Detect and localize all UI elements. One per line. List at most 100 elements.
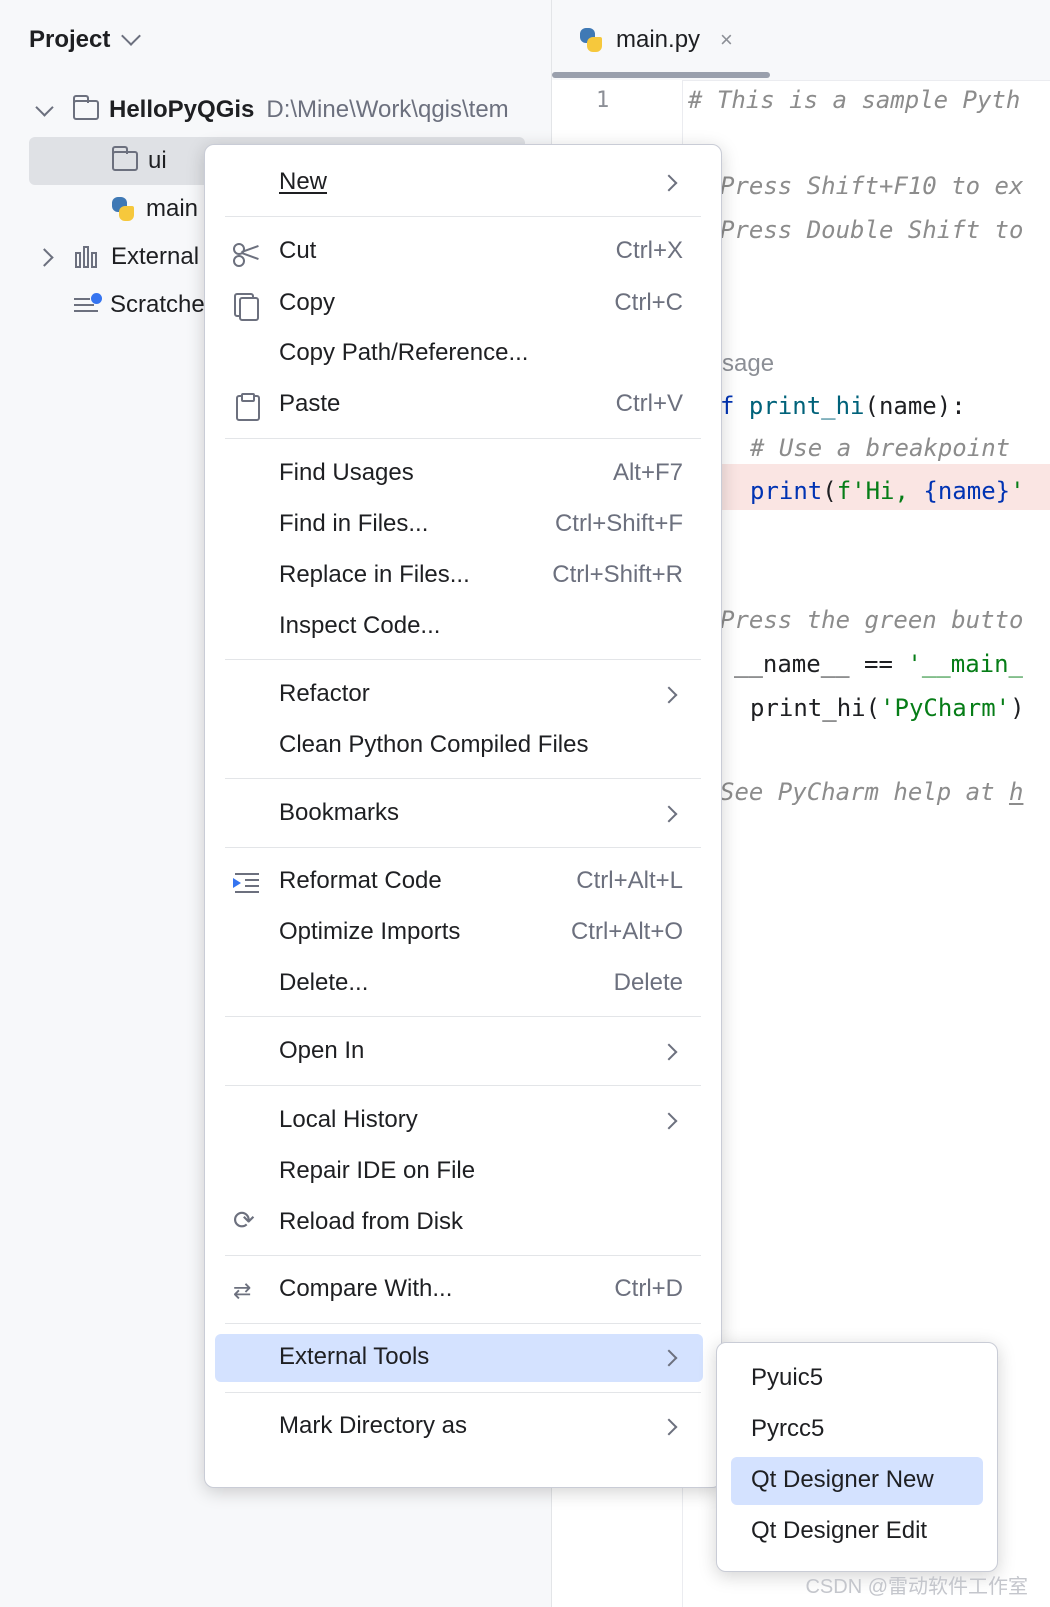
menu-item-mark-directory[interactable]: Mark Directory as: [215, 1403, 703, 1451]
menu-item-shortcut: Ctrl+C: [614, 289, 683, 316]
code-line: See PyCharm help at h: [720, 778, 1024, 806]
chevron-down-icon[interactable]: [35, 97, 54, 117]
menu-separator: [225, 1323, 701, 1324]
menu-item-copy[interactable]: Copy Ctrl+C: [215, 280, 703, 328]
tree-node-external-libraries[interactable]: External: [35, 234, 199, 280]
menu-item-new[interactable]: New: [215, 159, 703, 207]
menu-item-find-in-files[interactable]: Find in Files... Ctrl+Shift+F: [215, 501, 703, 549]
usages-hint: sage: [722, 350, 775, 377]
menu-item-label: Delete...: [279, 969, 369, 996]
menu-item-shortcut: Ctrl+Shift+R: [552, 561, 683, 588]
menu-item-label: Copy Path/Reference...: [279, 339, 529, 366]
menu-item-cut[interactable]: Cut Ctrl+X: [215, 228, 703, 276]
menu-item-replace-in-files[interactable]: Replace in Files... Ctrl+Shift+R: [215, 552, 703, 600]
line-number: 1: [596, 88, 610, 113]
menu-separator: [225, 1392, 701, 1393]
menu-item-compare-with[interactable]: ⇄ Compare With... Ctrl+D: [215, 1266, 703, 1314]
tab-main-py[interactable]: main.py ×: [578, 20, 733, 60]
menu-item-reload-from-disk[interactable]: ⟳ Reload from Disk: [215, 1199, 703, 1247]
watermark-text: CSDN @雷动软件工作室: [805, 1576, 1028, 1598]
menu-separator: [225, 1016, 701, 1017]
submenu-item-pyuic5[interactable]: Pyuic5: [731, 1355, 983, 1403]
chevron-down-icon: [121, 26, 142, 46]
chevron-right-icon: [660, 1349, 678, 1367]
folder-icon: [112, 146, 138, 171]
menu-item-bookmarks[interactable]: Bookmarks: [215, 790, 703, 838]
tree-node-root[interactable]: HelloPyQGis D:\Mine\Work\qgis\tem: [35, 87, 509, 133]
menu-item-repair-ide[interactable]: Repair IDE on File: [215, 1148, 703, 1196]
menu-item-label: External Tools: [279, 1343, 430, 1370]
menu-item-label: Bookmarks: [279, 799, 400, 826]
menu-separator: [225, 659, 701, 660]
menu-item-reformat-code[interactable]: Reformat Code Ctrl+Alt+L: [215, 858, 703, 906]
copy-icon: [233, 292, 259, 321]
active-tab-indicator: [552, 72, 770, 78]
external-tools-submenu: Pyuic5 Pyrcc5 Qt Designer New Qt Designe…: [716, 1342, 998, 1572]
menu-item-label: Cut: [279, 237, 317, 264]
menu-item-label: Find in Files...: [279, 510, 429, 537]
chevron-right-icon: [660, 686, 678, 704]
tree-node-main-file[interactable]: main: [110, 186, 198, 232]
menu-item-local-history[interactable]: Local History: [215, 1097, 703, 1145]
menu-item-label: Replace in Files...: [279, 561, 470, 588]
python-file-icon: [110, 196, 136, 222]
close-icon[interactable]: ×: [720, 27, 733, 53]
menu-item-label: Inspect Code...: [279, 612, 441, 639]
menu-item-inspect-code[interactable]: Inspect Code...: [215, 603, 703, 651]
menu-item-label: Local History: [279, 1106, 418, 1133]
scratches-icon: [74, 293, 102, 317]
menu-item-shortcut: Ctrl+Shift+F: [554, 510, 683, 537]
code-line: Press Double Shift to: [720, 216, 1024, 244]
paste-icon: [233, 393, 260, 421]
reload-icon: ⟳: [233, 1205, 255, 1235]
code-line: __name__ == '__main_: [734, 650, 1023, 678]
menu-item-shortcut: Ctrl+V: [615, 390, 683, 417]
menu-item-shortcut: Ctrl+Alt+O: [570, 918, 683, 945]
menu-item-refactor[interactable]: Refactor: [215, 671, 703, 719]
code-line: print_hi('PyCharm'): [750, 694, 1025, 722]
code-line: f print_hi(name):: [720, 392, 966, 420]
python-file-icon: [578, 27, 604, 53]
project-title: Project: [29, 26, 111, 53]
menu-item-label: New: [279, 168, 328, 195]
menu-item-optimize-imports[interactable]: Optimize Imports Ctrl+Alt+O: [215, 909, 703, 957]
context-menu: New Cut Ctrl+X Copy Ctrl+C Copy Path/Ref…: [204, 144, 722, 1488]
menu-item-label: Compare With...: [279, 1275, 453, 1302]
menu-item-find-usages[interactable]: Find Usages Alt+F7: [215, 450, 703, 498]
root-project-path: D:\Mine\Work\qgis\tem: [266, 96, 509, 123]
menu-item-label: Repair IDE on File: [279, 1157, 476, 1184]
code-line: # This is a sample Pyth: [688, 86, 1021, 114]
menu-item-clean-compiled[interactable]: Clean Python Compiled Files: [215, 722, 703, 770]
tree-node-label: ui: [148, 147, 167, 174]
menu-item-label: Find Usages: [279, 459, 414, 486]
menu-item-label: Reload from Disk: [279, 1208, 464, 1235]
editor-tab-bar: main.py ×: [552, 0, 1050, 81]
menu-item-label: Mark Directory as: [279, 1412, 468, 1439]
submenu-item-qt-designer-edit[interactable]: Qt Designer Edit: [731, 1508, 983, 1556]
tree-node-scratches[interactable]: Scratche: [74, 282, 205, 328]
chevron-right-icon: [660, 1043, 678, 1061]
menu-item-copy-path[interactable]: Copy Path/Reference...: [215, 330, 703, 378]
menu-item-delete[interactable]: Delete... Delete: [215, 960, 703, 1008]
submenu-item-pyrcc5[interactable]: Pyrcc5: [731, 1406, 983, 1454]
menu-separator: [225, 778, 701, 779]
tree-node-ui-folder[interactable]: ui: [112, 138, 167, 184]
project-view-selector[interactable]: Project: [29, 22, 142, 58]
reformat-icon: [233, 870, 259, 896]
code-line: Press the green butto: [720, 606, 1024, 634]
menu-separator: [225, 438, 701, 439]
menu-item-label: Open In: [279, 1037, 365, 1064]
menu-separator: [225, 847, 701, 848]
menu-separator: [225, 1085, 701, 1086]
menu-item-label: Copy: [279, 289, 336, 316]
menu-item-open-in[interactable]: Open In: [215, 1028, 703, 1076]
chevron-right-icon[interactable]: [35, 247, 54, 267]
submenu-item-qt-designer-new[interactable]: Qt Designer New: [731, 1457, 983, 1505]
tree-node-label: main: [146, 195, 199, 222]
menu-item-paste[interactable]: Paste Ctrl+V: [215, 381, 703, 429]
chevron-right-icon: [660, 1112, 678, 1130]
menu-separator: [225, 1255, 701, 1256]
chevron-right-icon: [660, 805, 678, 823]
menu-item-external-tools[interactable]: External Tools: [215, 1334, 703, 1382]
menu-item-label: Paste: [279, 390, 341, 417]
